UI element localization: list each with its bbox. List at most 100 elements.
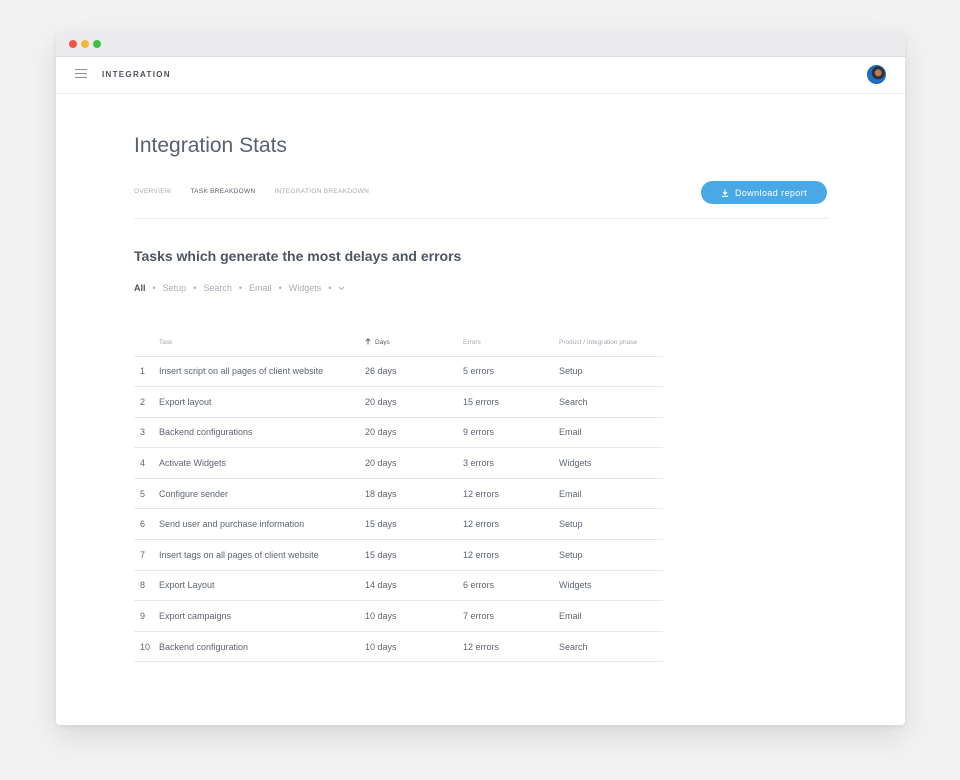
divider — [134, 218, 828, 219]
minimize-window-button[interactable] — [81, 40, 89, 48]
task-name: Insert script on all pages of client web… — [159, 356, 365, 388]
menu-icon[interactable] — [75, 69, 87, 79]
table-row[interactable]: 1 Insert script on all pages of client w… — [134, 356, 663, 388]
task-phase: Email — [559, 417, 663, 449]
chevron-down-icon[interactable] — [338, 286, 345, 291]
table-row[interactable]: 7 Insert tags on all pages of client web… — [134, 539, 663, 571]
row-number: 8 — [134, 570, 159, 602]
task-name: Backend configuration — [159, 631, 365, 663]
task-days: 20 days — [365, 386, 463, 418]
row-number: 10 — [134, 631, 159, 663]
task-name: Export campaigns — [159, 600, 365, 632]
column-header-days-label: Days — [375, 339, 390, 347]
task-errors: 6 errors — [463, 570, 559, 602]
filter-email[interactable]: Email — [249, 283, 272, 293]
task-phase: Email — [559, 478, 663, 510]
browser-window: INTEGRATION Integration Stats OVERVIEW T… — [56, 31, 905, 725]
filter-all[interactable]: All — [134, 283, 146, 293]
table-row[interactable]: 8 Export Layout 14 days 6 errors Widgets — [134, 570, 663, 602]
filter-setup[interactable]: Setup — [163, 283, 187, 293]
separator-dot: • — [328, 283, 332, 293]
row-number: 6 — [134, 508, 159, 541]
task-days: 18 days — [365, 478, 463, 510]
user-avatar[interactable] — [867, 65, 886, 84]
task-phase: Setup — [559, 539, 663, 571]
task-days: 10 days — [365, 600, 463, 632]
row-number: 9 — [134, 600, 159, 632]
row-number: 7 — [134, 539, 159, 571]
task-name: Backend configurations — [159, 417, 365, 449]
filter-bar: All • Setup • Search • Email • Widgets • — [134, 283, 345, 293]
tab-integration-breakdown[interactable]: INTEGRATION BREAKDOWN — [274, 188, 369, 195]
page-title: Integration Stats — [134, 134, 287, 157]
download-report-label: Download report — [734, 187, 808, 198]
maximize-window-button[interactable] — [93, 40, 101, 48]
column-header-task[interactable]: Task — [159, 329, 365, 357]
row-number: 2 — [134, 386, 159, 418]
table-row[interactable]: 9 Export campaigns 10 days 7 errors Emai… — [134, 600, 663, 632]
task-name: Insert tags on all pages of client websi… — [159, 539, 365, 571]
row-number: 3 — [134, 417, 159, 449]
separator-dot: • — [193, 283, 197, 293]
row-number: 4 — [134, 447, 159, 479]
app-header: INTEGRATION — [56, 57, 905, 94]
task-errors: 5 errors — [463, 356, 559, 388]
task-name: Configure sender — [159, 478, 365, 510]
tab-bar: OVERVIEW TASK BREAKDOWN INTEGRATION BREA… — [134, 188, 388, 195]
row-number: 1 — [134, 356, 159, 388]
table-header-row: Task Days Errors Product / Integration p… — [134, 329, 663, 357]
task-phase: Email — [559, 600, 663, 632]
task-days: 10 days — [365, 631, 463, 663]
separator-dot: • — [238, 283, 243, 293]
column-header-days[interactable]: Days — [365, 329, 463, 357]
task-errors: 12 errors — [463, 478, 559, 510]
table-row[interactable]: 6 Send user and purchase information 15 … — [134, 508, 663, 541]
task-days: 15 days — [365, 508, 463, 541]
task-phase: Search — [559, 386, 663, 418]
window-titlebar — [56, 31, 905, 57]
task-days: 20 days — [365, 417, 463, 449]
task-phase: Widgets — [559, 447, 663, 479]
separator-dot: • — [152, 283, 156, 293]
task-errors: 12 errors — [463, 631, 559, 663]
download-icon — [721, 189, 728, 197]
task-errors: 12 errors — [463, 539, 559, 571]
table-row[interactable]: 4 Activate Widgets 20 days 3 errors Widg… — [134, 447, 663, 479]
column-header-number — [134, 329, 159, 357]
filter-search[interactable]: Search — [203, 283, 232, 293]
arrow-up-icon — [365, 338, 371, 345]
task-errors: 3 errors — [463, 447, 559, 479]
table-row[interactable]: 2 Export layout 20 days 15 errors Search — [134, 386, 663, 418]
app-name: INTEGRATION — [102, 70, 171, 79]
task-errors: 12 errors — [463, 508, 559, 541]
filter-widgets[interactable]: Widgets — [289, 283, 322, 293]
task-name: Activate Widgets — [159, 447, 365, 479]
table-row[interactable]: 5 Configure sender 18 days 12 errors Ema… — [134, 478, 663, 510]
section-title: Tasks which generate the most delays and… — [134, 248, 462, 264]
task-errors: 9 errors — [463, 417, 559, 449]
task-days: 26 days — [365, 356, 463, 388]
tab-task-breakdown[interactable]: TASK BREAKDOWN — [190, 188, 255, 195]
task-errors: 15 errors — [463, 386, 559, 418]
task-name: Export layout — [159, 386, 365, 418]
task-phase: Widgets — [559, 570, 663, 602]
task-days: 15 days — [365, 539, 463, 571]
close-window-button[interactable] — [69, 40, 77, 48]
row-number: 5 — [134, 478, 159, 510]
task-phase: Setup — [559, 356, 663, 388]
tasks-table: Task Days Errors Product / Integration p… — [134, 329, 663, 663]
column-header-errors[interactable]: Errors — [463, 329, 559, 357]
task-days: 20 days — [365, 447, 463, 479]
download-report-button[interactable]: Download report — [701, 181, 827, 204]
task-name: Export Layout — [159, 570, 365, 602]
task-days: 14 days — [365, 570, 463, 602]
task-errors: 7 errors — [463, 600, 559, 632]
task-name: Send user and purchase information — [159, 508, 365, 541]
tab-overview[interactable]: OVERVIEW — [134, 188, 171, 195]
table-row[interactable]: 3 Backend configurations 20 days 9 error… — [134, 417, 663, 449]
table-row[interactable]: 10 Backend configuration 10 days 12 erro… — [134, 631, 663, 663]
task-phase: Setup — [559, 508, 663, 541]
task-phase: Search — [559, 631, 663, 663]
separator-dot: • — [278, 283, 282, 293]
column-header-phase[interactable]: Product / Integration phase — [559, 329, 663, 357]
